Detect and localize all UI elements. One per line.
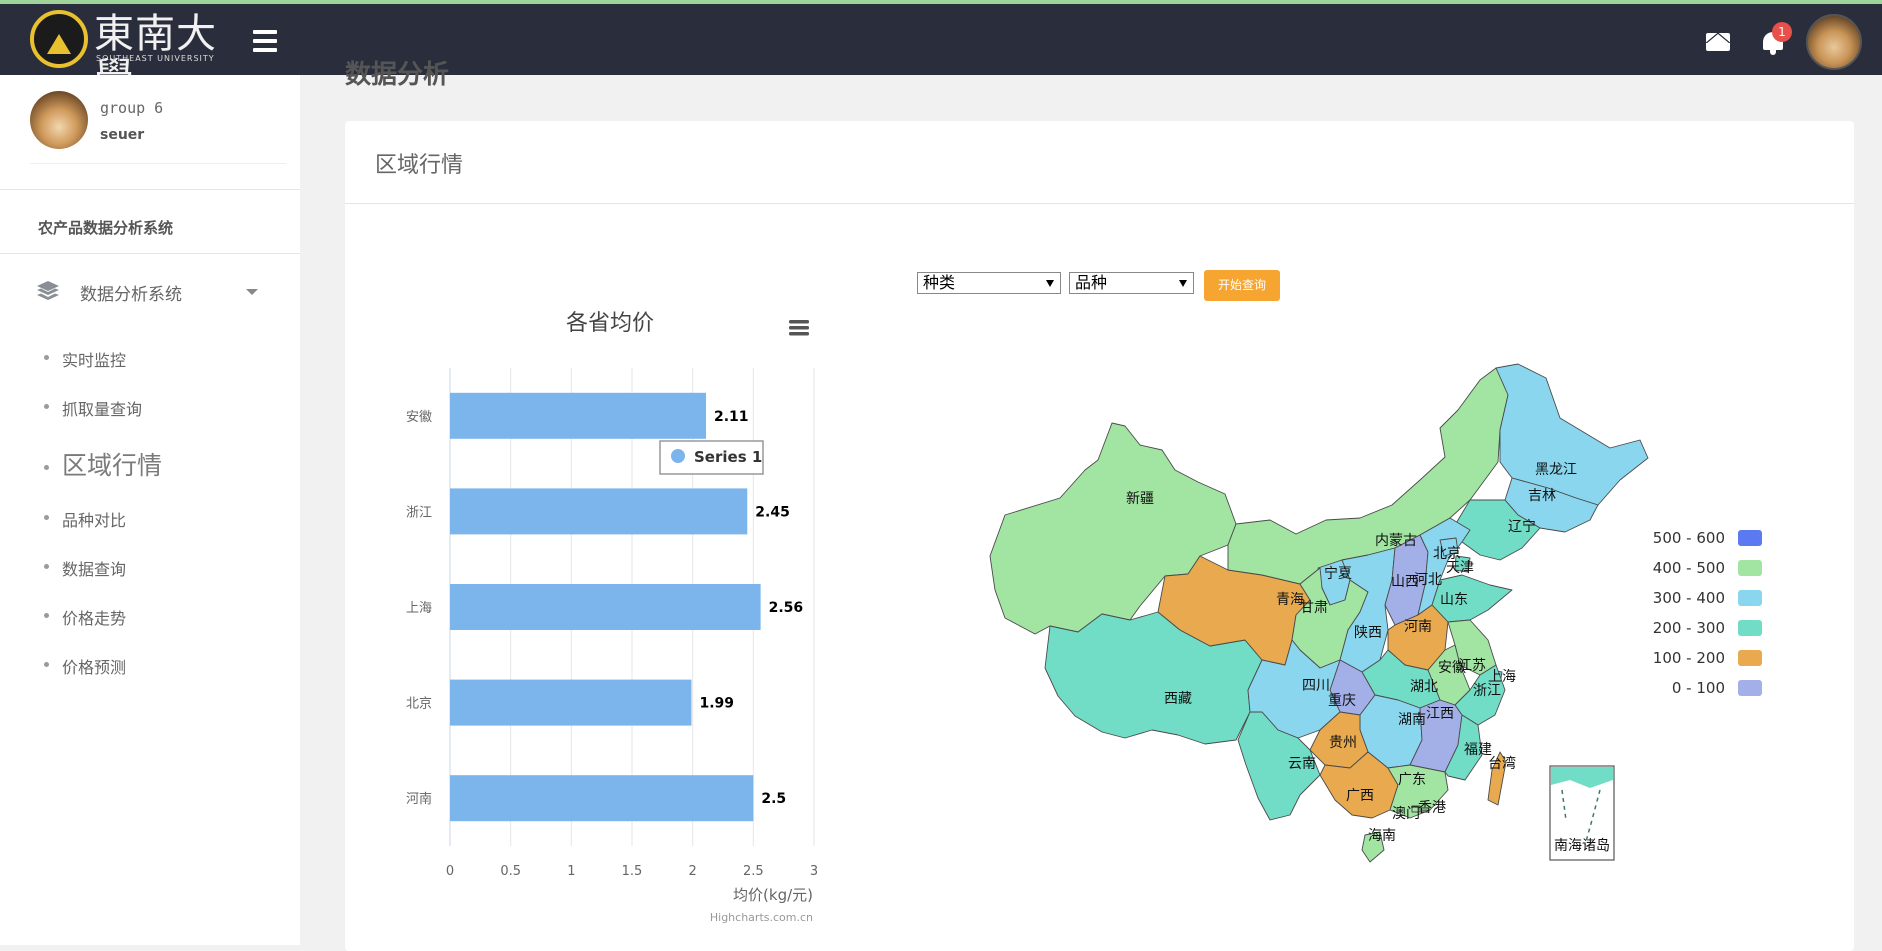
sidebar-group-data-analysis[interactable]: 数据分析系统 [30,271,270,315]
avatar [30,91,88,149]
bullet-icon [44,613,49,618]
bullet-icon [44,515,49,520]
user-name: seuer [100,127,145,143]
divider [0,189,300,190]
top-navbar: 東南大學 SOUTHEAST UNIVERSITY 1 [0,4,1882,100]
sidebar-item-3[interactable]: 区域行情 [44,450,264,480]
bullet-icon [44,355,49,360]
bullet-icon [44,465,49,470]
user-avatar[interactable] [1806,14,1862,70]
mail-icon[interactable] [1706,33,1730,51]
sidebar-item-5[interactable]: 数据查询 [44,554,264,580]
user-profile: group 6 seuer [30,91,286,164]
university-seal-icon [30,10,88,68]
bullet-icon [44,564,49,569]
bullet-icon [44,404,49,409]
bullet-icon [44,662,49,667]
sidebar-item-label: 价格预测 [62,658,127,677]
variety-select-value: 品种 [1075,273,1108,292]
content-panel: 区域行情 [345,121,1854,951]
layers-icon [36,279,60,303]
category-select[interactable]: 种类 [917,272,1061,294]
sidebar-item-7[interactable]: 价格预测 [44,652,264,678]
sidebar-item-label: 数据查询 [62,560,127,579]
variety-select[interactable]: 品种 [1069,272,1194,294]
dropdown-arrow-icon [1179,280,1187,287]
sidebar-item-label: 区域行情 [62,451,163,480]
sidebar-item-4[interactable]: 品种对比 [44,505,264,531]
sidebar-item-label: 抓取量查询 [62,400,143,419]
sidebar-group-label: 数据分析系统 [80,285,182,305]
start-query-button[interactable]: 开始查询 [1204,270,1280,301]
university-logo[interactable]: 東南大學 SOUTHEAST UNIVERSITY [30,10,220,100]
sidebar-item-2[interactable]: 抓取量查询 [44,394,264,420]
sidebar-item-label: 品种对比 [62,511,127,530]
system-title: 农产品数据分析系统 [38,219,174,237]
sidebar-item-label: 实时监控 [62,351,127,370]
panel-title: 区域行情 [375,153,464,178]
menu-toggle-icon[interactable] [253,30,277,52]
logo-subtext: SOUTHEAST UNIVERSITY [96,54,215,63]
divider [0,253,300,254]
sidebar-item-1[interactable]: 实时监控 [44,345,264,371]
notification-badge: 1 [1772,22,1792,42]
panel-header: 区域行情 [345,121,1854,204]
group-name: group 6 [100,99,164,117]
category-select-value: 种类 [923,273,956,292]
page-title: 数据分析 [345,60,450,90]
sidebar-item-6[interactable]: 价格走势 [44,603,264,629]
chevron-down-icon [246,289,258,295]
sidebar-item-label: 价格走势 [62,609,127,628]
dropdown-arrow-icon [1046,280,1054,287]
